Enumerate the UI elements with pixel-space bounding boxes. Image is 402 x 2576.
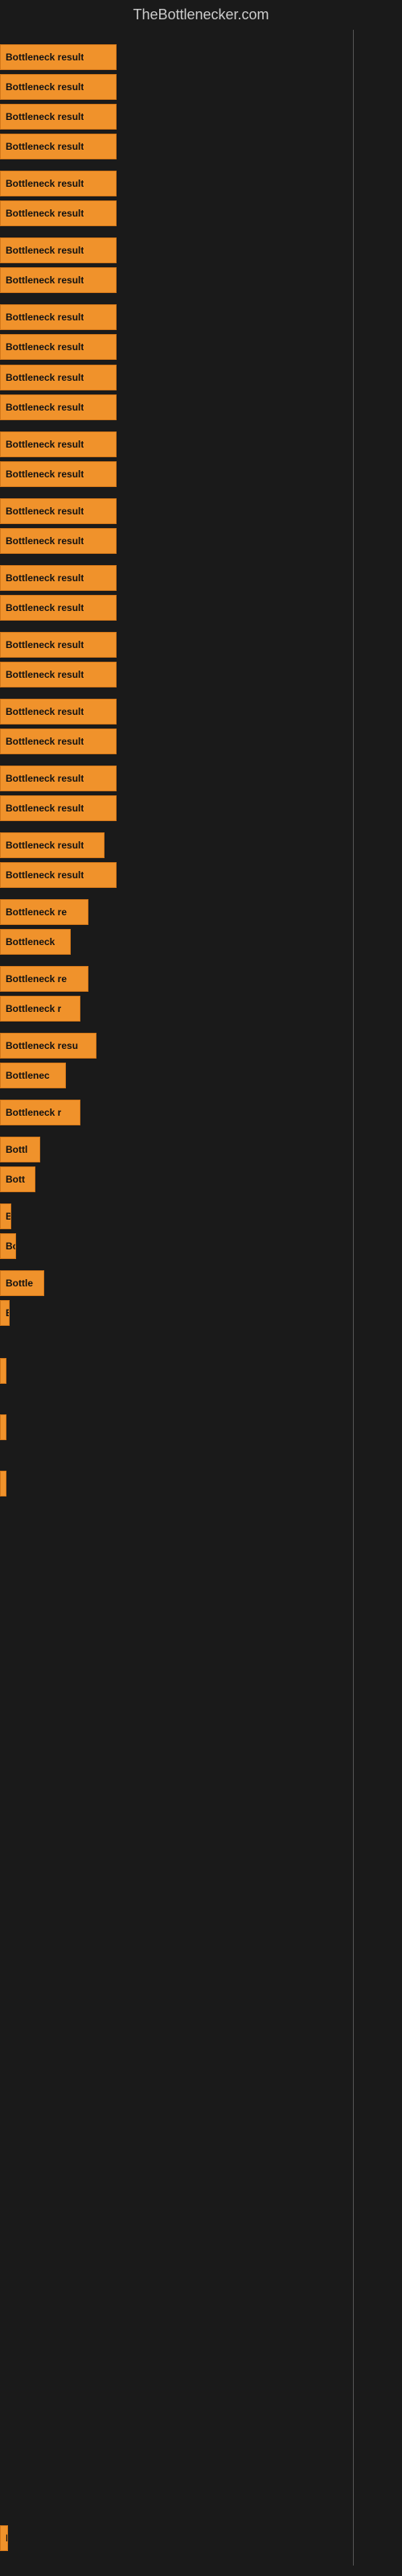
bar-label: Bottlenec [6,1070,50,1081]
bar-item: Bottleneck result [0,44,117,70]
bar-item: Bottleneck result [0,595,117,621]
bar-item [0,1471,6,1496]
bar-label: Bottleneck result [6,639,84,650]
bar-label: Bottleneck result [6,869,84,881]
bar-item: Bottleneck result [0,632,117,658]
bar-label: B [6,2533,7,2544]
bar-label: Bottleneck result [6,840,84,851]
bar-item: Bottleneck result [0,304,117,330]
bar-label: Bottleneck result [6,572,84,584]
bar-item: Bottleneck result [0,74,117,100]
bar-item: Bottleneck result [0,832,105,858]
chart-area: Bottleneck result Bottleneck result Bottle… [0,30,402,2566]
bar-item: B [0,2525,8,2551]
bar-label: Bottleneck result [6,111,84,122]
bar-item: Bottleneck result [0,237,117,263]
bar-label: Bottleneck result [6,275,84,286]
bar-item: Bottleneck result [0,766,117,791]
bar-label: Bottleneck result [6,372,84,383]
site-title: TheBottlenecker.com [0,0,402,30]
bar-item: Bottleneck result [0,729,117,754]
bar-label: Bottleneck r [6,1003,61,1014]
bar-label: Bottleneck result [6,52,84,63]
bar-label: Bottleneck result [6,439,84,450]
bar-label: Bottleneck r [6,1107,61,1118]
bar-item: Bottleneck resu [0,1033,96,1059]
bar-label: Bottleneck result [6,535,84,547]
bar-label: Bottleneck result [6,178,84,189]
bar-item: Bo [0,1233,16,1259]
bar-item: Bott [0,1166,35,1192]
bar-item: Bottleneck re [0,899,88,925]
bar-label: Bottleneck result [6,469,84,480]
bar-label: Bottleneck [6,936,55,947]
bar-label: Bott [6,1174,25,1185]
bar-label: B [6,1211,10,1222]
bar-item: Bottleneck result [0,104,117,130]
bar-label: Bottleneck result [6,773,84,784]
bar-item: Bottleneck result [0,394,117,420]
bar-item: Bottl [0,1137,40,1162]
bar-label: Bottl [6,1144,27,1155]
bar-item: Bottleneck result [0,662,117,687]
bar-label: Bottleneck result [6,602,84,613]
bar-label: Bottleneck result [6,506,84,517]
bar-item: B [0,1300,10,1326]
bar-label: Bottleneck result [6,706,84,717]
bar-label: Bottleneck result [6,736,84,747]
bar-label: Bottleneck result [6,669,84,680]
bar-item: Bottleneck result [0,461,117,487]
bar-label: Bottleneck result [6,803,84,814]
bar-label: Bottleneck result [6,245,84,256]
bar-item: Bottleneck result [0,200,117,226]
bar-label: Bottleneck result [6,208,84,219]
bar-item: Bottle [0,1270,44,1296]
bar-item: Bottleneck result [0,171,117,196]
bar-item: Bottleneck result [0,862,117,888]
bar-label: Bottleneck re [6,973,67,985]
bar-item [0,1414,6,1440]
bar-label: Bottle [6,1278,33,1289]
bar-item: Bottleneck r [0,996,80,1022]
bar-label: Bottleneck result [6,312,84,323]
bar-item: Bottleneck result [0,498,117,524]
bar-label: Bottleneck resu [6,1040,78,1051]
bar-item: Bottleneck [0,929,71,955]
bar-item: Bottleneck result [0,431,117,457]
bar-label: Bottleneck result [6,402,84,413]
bar-item: Bottleneck result [0,565,117,591]
bar-item: Bottleneck re [0,966,88,992]
bar-label: Bottleneck result [6,341,84,353]
axis-line [353,30,354,2566]
bar-label: Bottleneck result [6,81,84,93]
bar-item: Bottleneck result [0,795,117,821]
bar-item: Bottleneck r [0,1100,80,1125]
bar-label: B [6,1307,9,1319]
bar-label: Bottleneck re [6,906,67,918]
bar-label: Bo [6,1241,15,1252]
bar-item: Bottleneck result [0,365,117,390]
bar-item: Bottleneck result [0,528,117,554]
bar-item: Bottlenec [0,1063,66,1088]
bar-item: Bottleneck result [0,334,117,360]
bar-label: Bottleneck result [6,141,84,152]
bar-item: Bottleneck result [0,134,117,159]
bar-item: B [0,1203,11,1229]
bar-item: Bottleneck result [0,699,117,724]
bar-item: Bottleneck result [0,267,117,293]
bar-item [0,1358,6,1384]
